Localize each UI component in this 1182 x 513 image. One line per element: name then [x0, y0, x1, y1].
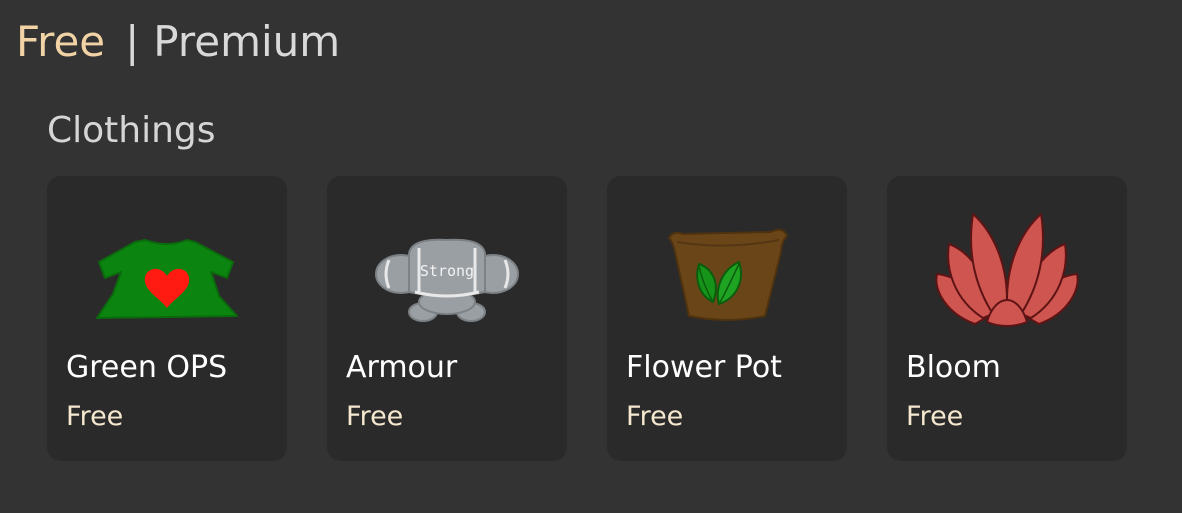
item-card-armour[interactable]: Strong Armour Free — [327, 176, 567, 461]
item-price: Free — [626, 401, 684, 432]
flower-pot-icon — [647, 204, 807, 334]
item-price: Free — [66, 401, 124, 432]
item-grid: Green OPS Free Strong Armour Free Flower… — [47, 176, 1127, 461]
item-card-bloom[interactable]: Bloom Free — [887, 176, 1127, 461]
tab-free[interactable]: Free — [16, 14, 105, 70]
item-name: Bloom — [906, 350, 1001, 385]
item-price: Free — [906, 401, 964, 432]
item-card-green-ops[interactable]: Green OPS Free — [47, 176, 287, 461]
armour-icon: Strong — [367, 204, 527, 334]
green-shirt-heart-icon — [87, 204, 247, 334]
item-card-flower-pot[interactable]: Flower Pot Free — [607, 176, 847, 461]
item-name: Green OPS — [66, 350, 228, 385]
tab-separator: | — [125, 17, 140, 66]
section-title: Clothings — [47, 110, 216, 151]
armour-label: Strong — [420, 262, 474, 280]
item-name: Flower Pot — [626, 350, 782, 385]
bloom-flower-icon — [927, 204, 1087, 334]
tab-bar: Free | Premium — [16, 14, 340, 70]
item-name: Armour — [346, 350, 458, 385]
item-price: Free — [346, 401, 404, 432]
tab-premium[interactable]: Premium — [153, 14, 340, 70]
